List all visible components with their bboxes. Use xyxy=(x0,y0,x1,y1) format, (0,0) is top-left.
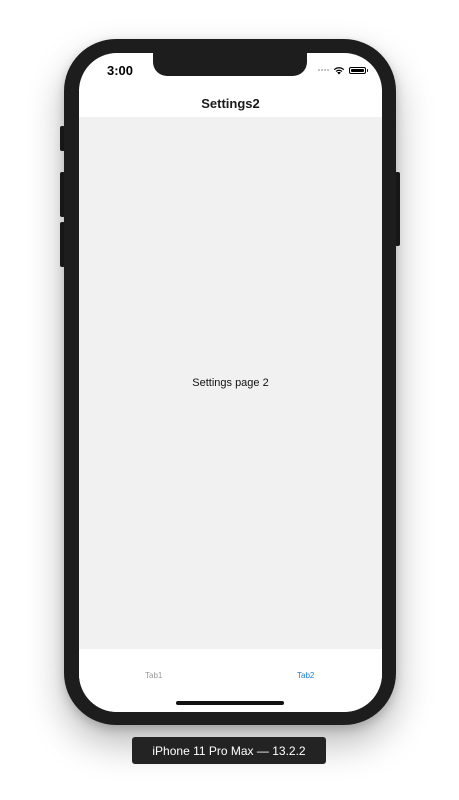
notch xyxy=(153,53,307,76)
tab-tab1[interactable]: Tab1 xyxy=(145,671,162,680)
page-title: Settings2 xyxy=(201,95,260,111)
status-icons xyxy=(318,65,368,75)
battery-icon xyxy=(349,66,368,74)
tab-tab2[interactable]: Tab2 xyxy=(297,671,314,680)
page-content: Settings page 2 xyxy=(79,117,382,649)
device-caption: iPhone 11 Pro Max — 13.2.2 xyxy=(132,737,326,764)
home-indicator[interactable] xyxy=(176,701,284,705)
settings-page-label: Settings page 2 xyxy=(192,377,269,389)
device-screen: 3:00 Settings2 Settings page 2 Tab1 Tab2 xyxy=(79,53,382,712)
navigation-bar: Settings2 xyxy=(79,89,382,117)
device-caption-text: iPhone 11 Pro Max — 13.2.2 xyxy=(152,743,306,758)
wifi-icon xyxy=(333,67,345,75)
status-time: 3:00 xyxy=(107,63,134,78)
signal-dots-icon xyxy=(318,69,329,71)
